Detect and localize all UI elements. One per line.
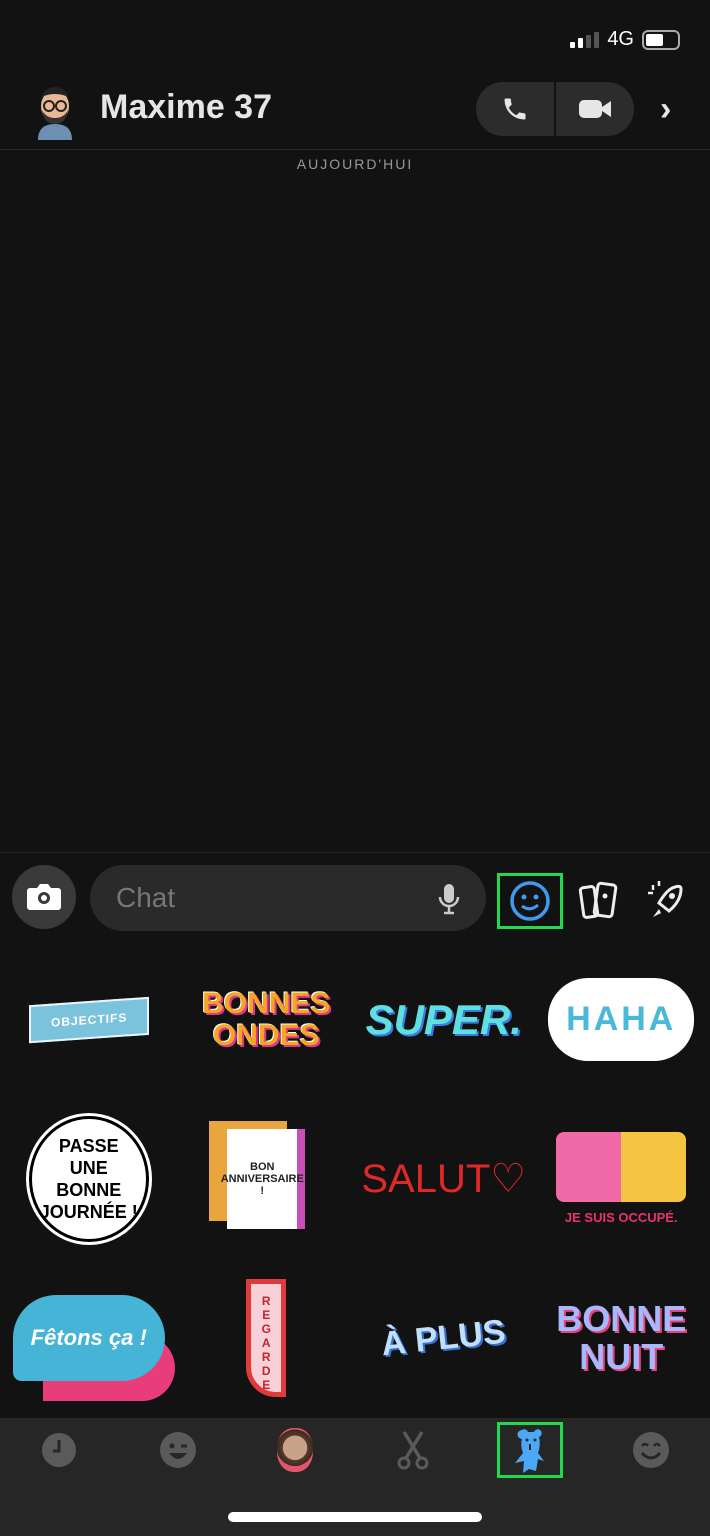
tab-cameo[interactable] [262, 1422, 328, 1478]
input-bar [0, 852, 710, 942]
signal-icon [570, 31, 600, 48]
sticker[interactable]: SUPER. [355, 940, 533, 1099]
battery-icon [642, 29, 680, 50]
date-separator: AUJOURD'HUI [296, 156, 414, 172]
sticker-category-tabs [0, 1418, 710, 1536]
photo-cards-icon [578, 881, 618, 919]
emoji-sticker-button[interactable] [497, 873, 563, 929]
tab-bitmoji[interactable] [145, 1422, 211, 1478]
contact-name[interactable]: Maxime 37 [100, 88, 272, 127]
chat-input-field[interactable] [90, 865, 486, 931]
sticker-grid: OBJECTIFS BONNES ONDES SUPER. HAHA PASSE… [0, 940, 710, 1418]
sticker[interactable]: PASSE UNE BONNE JOURNÉE ! [0, 1099, 178, 1258]
sticker[interactable]: JE SUIS OCCUPÉ. [533, 1099, 710, 1258]
games-button[interactable] [633, 873, 699, 929]
sticker[interactable]: REGARDE [178, 1259, 356, 1418]
call-buttons [476, 82, 634, 136]
rocket-icon [648, 881, 683, 917]
phone-icon [504, 98, 526, 120]
scissors-icon [397, 1431, 429, 1470]
home-indicator[interactable] [228, 1512, 482, 1522]
sticker[interactable]: BONNES ONDES [178, 940, 356, 1099]
tab-custom-stickers[interactable] [380, 1422, 446, 1478]
chat-input[interactable] [116, 882, 416, 914]
microphone-icon[interactable] [438, 883, 460, 915]
chevron-right-icon[interactable]: › [660, 90, 671, 129]
cameo-face-icon [277, 1428, 313, 1472]
sticker[interactable]: SALUT♡ [355, 1099, 533, 1258]
sticker[interactable]: Fêtons ça ! [0, 1259, 178, 1418]
avatar[interactable] [30, 82, 80, 142]
clock-icon [42, 1433, 76, 1467]
bear-sticker-icon [515, 1429, 544, 1473]
video-call-button[interactable] [556, 82, 634, 136]
wink-emoji-icon [160, 1432, 196, 1468]
tab-recent[interactable] [26, 1422, 92, 1478]
camera-icon [27, 884, 61, 910]
chat-header: Maxime 37 › [0, 78, 710, 150]
status-bar: 4G [570, 28, 680, 51]
sticker[interactable]: HAHA [533, 940, 710, 1099]
memories-button[interactable] [566, 873, 632, 929]
tab-stickers[interactable] [497, 1422, 563, 1478]
network-label: 4G [607, 28, 634, 50]
sticker[interactable]: BONNE NUIT [533, 1259, 710, 1418]
tab-emoji[interactable] [618, 1422, 684, 1478]
sticker[interactable]: BON ANNIVERSAIRE ! [178, 1099, 356, 1258]
video-camera-icon [579, 100, 611, 118]
smile-emoji-icon [633, 1432, 669, 1468]
sticker[interactable]: À PLUS [355, 1259, 533, 1418]
smiley-icon [510, 881, 550, 921]
sticker[interactable]: OBJECTIFS [0, 940, 178, 1099]
voice-call-button[interactable] [476, 82, 556, 136]
reading-people-image [556, 1132, 687, 1203]
camera-button[interactable] [12, 865, 76, 929]
